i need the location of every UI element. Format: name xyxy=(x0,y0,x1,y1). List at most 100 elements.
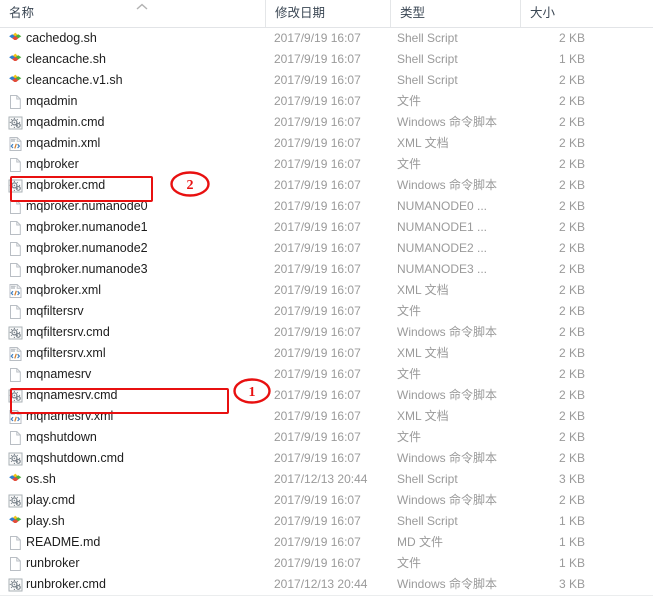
column-header-size[interactable]: 大小 xyxy=(520,0,653,27)
file-name-cell[interactable]: play.cmd xyxy=(26,490,261,511)
file-name-cell[interactable]: play.sh xyxy=(26,511,261,532)
generic-file-icon xyxy=(8,304,23,320)
file-size-cell: 2 KB xyxy=(558,346,585,360)
generic-file-icon xyxy=(8,220,23,236)
file-row[interactable]: mqshutdown 2017/9/19 16:07 文件 2 KB xyxy=(0,427,653,448)
file-name-cell[interactable]: cachedog.sh xyxy=(26,28,261,49)
file-date-cell: 2017/9/19 16:07 xyxy=(274,388,361,402)
column-header-name-label: 名称 xyxy=(9,6,35,20)
file-size-cell: 2 KB xyxy=(558,241,585,255)
column-header-type[interactable]: 类型 xyxy=(390,0,520,27)
file-date-cell: 2017/12/13 20:44 xyxy=(274,472,368,486)
file-size-cell: 1 KB xyxy=(558,514,585,528)
file-row[interactable]: mqshutdown.cmd 2017/9/19 16:07 Windows 命令脚… xyxy=(0,448,653,469)
file-row[interactable]: mqbroker.numanode1 2017/9/19 16:07 NUMANOD… xyxy=(0,217,653,238)
file-type-cell: 文件 xyxy=(397,556,422,570)
file-name-cell[interactable]: mqbroker.xml xyxy=(26,280,261,301)
shell-script-icon xyxy=(8,472,23,488)
sort-ascending-chevron-icon[interactable] xyxy=(136,3,148,11)
file-row[interactable]: runbroker 2017/9/19 16:07 文件 1 KB xyxy=(0,553,653,574)
file-name-cell[interactable]: mqbroker.numanode3 xyxy=(26,259,261,280)
file-row[interactable]: runbroker.cmd 2017/12/13 20:44 Windows 命令脚… xyxy=(0,574,653,596)
file-name-cell[interactable]: mqfiltersrv xyxy=(26,301,261,322)
file-name-cell[interactable]: mqfiltersrv.cmd xyxy=(26,322,261,343)
file-row[interactable]: README.md 2017/9/19 16:07 MD 文件 1 KB xyxy=(0,532,653,553)
file-row[interactable]: mqbroker.numanode2 2017/9/19 16:07 NUMANOD… xyxy=(0,238,653,259)
file-name-cell[interactable]: cleancache.sh xyxy=(26,49,261,70)
file-name-cell[interactable]: mqnamesrv xyxy=(26,364,261,385)
file-row[interactable]: mqnamesrv.cmd 2017/9/19 16:07 Windows 命令脚本… xyxy=(0,385,653,406)
column-header-row: 名称 修改日期 类型 大小 xyxy=(0,0,653,28)
file-size-cell: 2 KB xyxy=(558,430,585,444)
file-type-cell: 文件 xyxy=(397,367,422,381)
file-row[interactable]: mqadmin.xml 2017/9/19 16:07 XML 文档 2 KB xyxy=(0,133,653,154)
column-header-type-label: 类型 xyxy=(400,6,426,20)
file-date-cell: 2017/9/19 16:07 xyxy=(274,136,361,150)
file-name-cell[interactable]: cleancache.v1.sh xyxy=(26,70,261,91)
file-row[interactable]: mqnamesrv.xml 2017/9/19 16:07 XML 文档 2 KB xyxy=(0,406,653,427)
column-header-name[interactable]: 名称 xyxy=(0,0,265,27)
file-row[interactable]: cachedog.sh 2017/9/19 16:07 Shell Script 2 … xyxy=(0,28,653,49)
file-row[interactable]: cleancache.v1.sh 2017/9/19 16:07 Shell Scr… xyxy=(0,70,653,91)
file-row[interactable]: cleancache.sh 2017/9/19 16:07 Shell Script… xyxy=(0,49,653,70)
file-date-cell: 2017/9/19 16:07 xyxy=(274,94,361,108)
file-row[interactable]: os.sh 2017/12/13 20:44 Shell Script 3 KB xyxy=(0,469,653,490)
file-type-cell: 文件 xyxy=(397,430,422,444)
file-size-cell: 2 KB xyxy=(558,136,585,150)
file-date-cell: 2017/9/19 16:07 xyxy=(274,157,361,171)
file-type-cell: Windows 命令脚本 xyxy=(397,325,498,339)
file-size-cell: 2 KB xyxy=(558,178,585,192)
file-name-cell[interactable]: mqbroker.cmd xyxy=(26,175,261,196)
file-name-cell[interactable]: mqbroker.numanode0 xyxy=(26,196,261,217)
file-type-cell: Shell Script xyxy=(397,472,458,486)
cmd-script-icon xyxy=(8,115,23,131)
file-row[interactable]: mqnamesrv 2017/9/19 16:07 文件 2 KB xyxy=(0,364,653,385)
file-name-cell[interactable]: runbroker xyxy=(26,553,261,574)
file-row[interactable]: mqbroker.numanode3 2017/9/19 16:07 NUMANOD… xyxy=(0,259,653,280)
file-row[interactable]: mqbroker.cmd 2017/9/19 16:07 Windows 命令脚本 2… xyxy=(0,175,653,196)
xml-document-icon xyxy=(8,346,23,362)
file-row[interactable]: mqfiltersrv.cmd 2017/9/19 16:07 Windows 命令… xyxy=(0,322,653,343)
file-name-cell[interactable]: mqfiltersrv.xml xyxy=(26,343,261,364)
file-row[interactable]: mqbroker.xml 2017/9/19 16:07 XML 文档 2 KB xyxy=(0,280,653,301)
file-name-cell[interactable]: mqnamesrv.xml xyxy=(26,406,261,427)
generic-file-icon xyxy=(8,556,23,572)
file-row[interactable]: play.sh 2017/9/19 16:07 Shell Script 1 KB xyxy=(0,511,653,532)
file-type-cell: 文件 xyxy=(397,157,422,171)
file-size-cell: 2 KB xyxy=(558,304,585,318)
file-row[interactable]: mqadmin 2017/9/19 16:07 文件 2 KB xyxy=(0,91,653,112)
file-size-cell: 3 KB xyxy=(558,472,585,486)
file-list-body: cachedog.sh 2017/9/19 16:07 Shell Script 2 … xyxy=(0,28,653,596)
file-row[interactable]: mqadmin.cmd 2017/9/19 16:07 Windows 命令脚本 2 … xyxy=(0,112,653,133)
file-row[interactable]: play.cmd 2017/9/19 16:07 Windows 命令脚本 2 KB xyxy=(0,490,653,511)
file-name-cell[interactable]: runbroker.cmd xyxy=(26,574,261,595)
file-row[interactable]: mqfiltersrv 2017/9/19 16:07 文件 2 KB xyxy=(0,301,653,322)
file-type-cell: Shell Script xyxy=(397,514,458,528)
file-name-cell[interactable]: mqadmin.cmd xyxy=(26,112,261,133)
file-name-cell[interactable]: README.md xyxy=(26,532,261,553)
file-type-cell: NUMANODE3 ... xyxy=(397,262,488,276)
file-name-cell[interactable]: os.sh xyxy=(26,469,261,490)
file-type-cell: NUMANODE2 ... xyxy=(397,241,488,255)
xml-document-icon xyxy=(8,136,23,152)
file-name-cell[interactable]: mqshutdown xyxy=(26,427,261,448)
file-type-cell: Windows 命令脚本 xyxy=(397,451,498,465)
xml-document-icon xyxy=(8,409,23,425)
file-name-cell[interactable]: mqshutdown.cmd xyxy=(26,448,261,469)
file-row[interactable]: mqbroker.numanode0 2017/9/19 16:07 NUMANOD… xyxy=(0,196,653,217)
file-size-cell: 1 KB xyxy=(558,535,585,549)
file-name-cell[interactable]: mqnamesrv.cmd xyxy=(26,385,261,406)
file-row[interactable]: mqbroker 2017/9/19 16:07 文件 2 KB xyxy=(0,154,653,175)
file-type-cell: XML 文档 xyxy=(397,409,449,423)
file-name-cell[interactable]: mqbroker.numanode1 xyxy=(26,217,261,238)
xml-document-icon xyxy=(8,283,23,299)
file-name-cell[interactable]: mqbroker xyxy=(26,154,261,175)
file-name-cell[interactable]: mqadmin xyxy=(26,91,261,112)
column-header-date-modified[interactable]: 修改日期 xyxy=(265,0,390,27)
file-row[interactable]: mqfiltersrv.xml 2017/9/19 16:07 XML 文档 2 KB xyxy=(0,343,653,364)
file-date-cell: 2017/9/19 16:07 xyxy=(274,346,361,360)
file-type-cell: XML 文档 xyxy=(397,136,449,150)
file-name-cell[interactable]: mqadmin.xml xyxy=(26,133,261,154)
file-name-cell[interactable]: mqbroker.numanode2 xyxy=(26,238,261,259)
file-date-cell: 2017/9/19 16:07 xyxy=(274,220,361,234)
